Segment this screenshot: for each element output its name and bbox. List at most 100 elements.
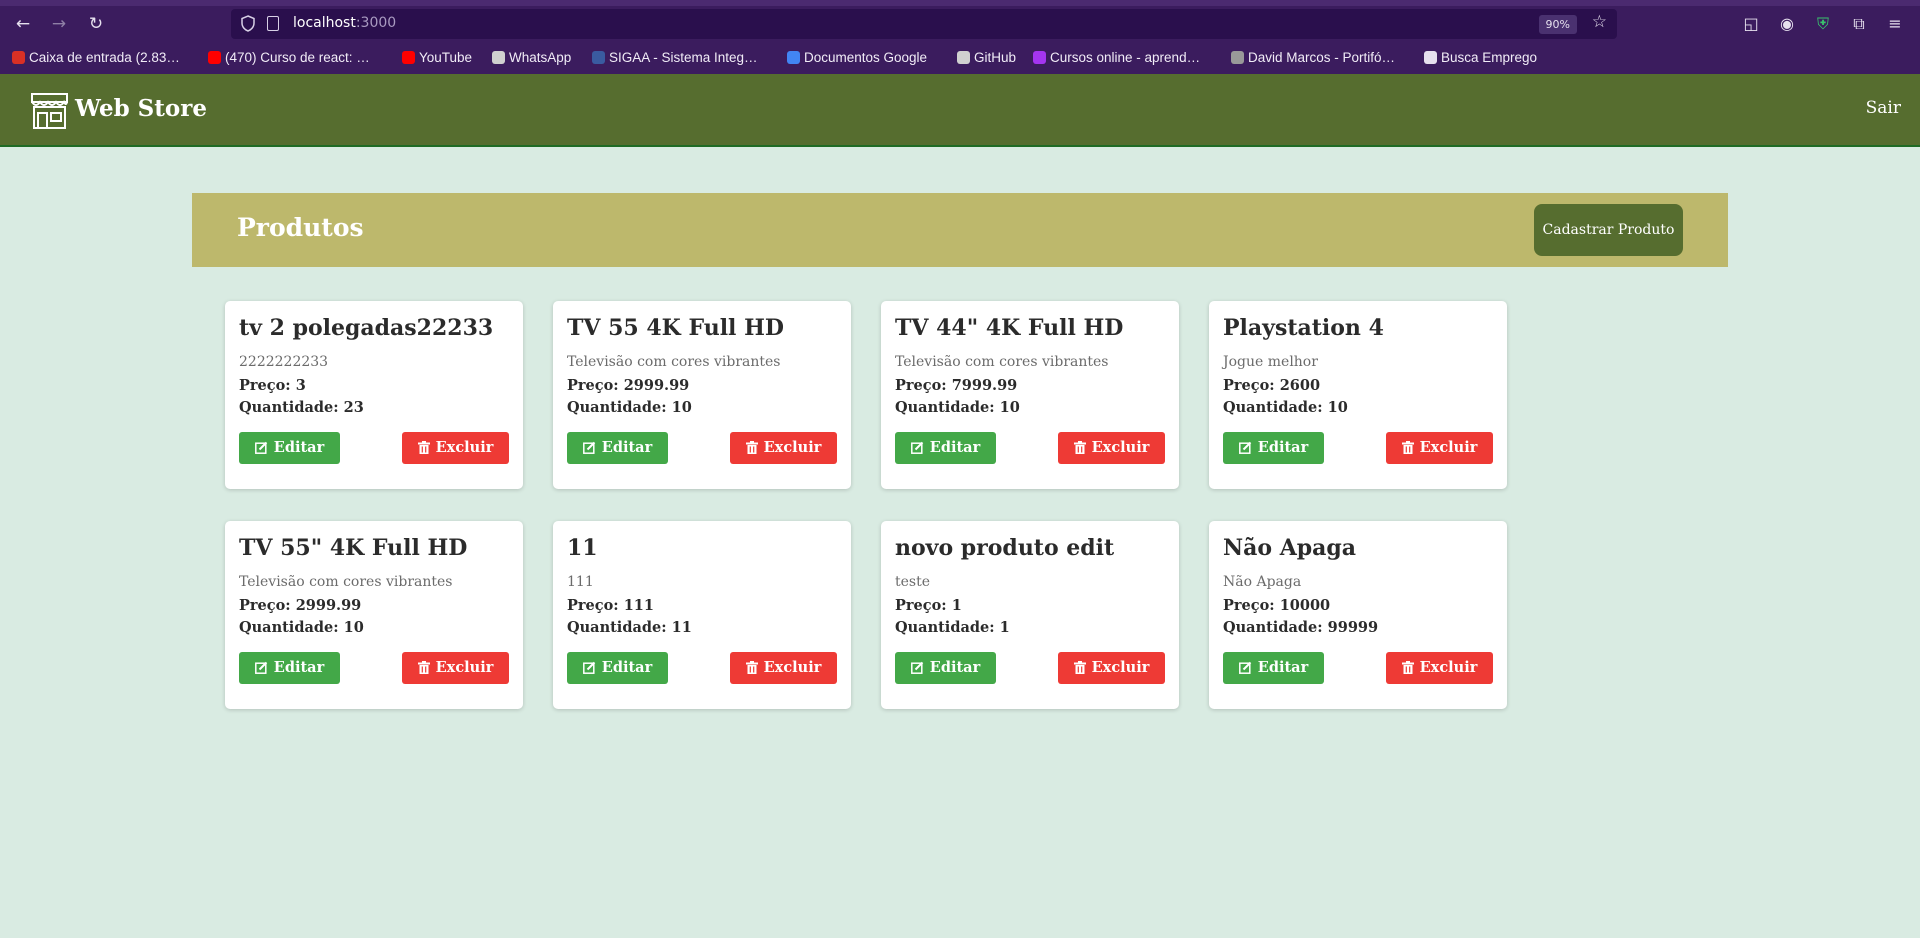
bookmark-label: YouTube xyxy=(419,50,473,65)
bookmark-sigaa[interactable]: SIGAA - Sistema Integ… xyxy=(592,49,758,67)
product-price: Preço: 1 xyxy=(895,597,962,614)
product-name: TV 55" 4K Full HD xyxy=(239,535,468,561)
edit-button[interactable]: Editar xyxy=(567,432,668,464)
page-title: Produtos xyxy=(237,213,364,242)
trash-icon xyxy=(1073,661,1086,674)
product-card: TV 55" 4K Full HD Televisão com cores vi… xyxy=(225,521,523,709)
price-label: Preço: xyxy=(567,597,619,614)
edit-button[interactable]: Editar xyxy=(1223,652,1324,684)
trash-icon xyxy=(1401,661,1414,674)
delete-button[interactable]: Excluir xyxy=(1386,652,1493,684)
product-description: Televisão com cores vibrantes xyxy=(567,354,781,370)
youtube-icon xyxy=(208,51,221,64)
store-icon xyxy=(31,93,68,129)
delete-label: Excluir xyxy=(1419,659,1478,676)
bookmark-youtube[interactable]: (470) Curso de react: … xyxy=(208,49,370,67)
bookmark-folder[interactable]: Busca Emprego xyxy=(1424,49,1537,67)
bookmark-label: Caixa de entrada (2.83… xyxy=(29,50,180,65)
product-card: Playstation 4 Jogue melhor Preço: 2600 Q… xyxy=(1209,301,1507,489)
quantity-label: Quantidade: xyxy=(567,399,667,416)
edit-button[interactable]: Editar xyxy=(239,652,340,684)
bookmark-portfolio[interactable]: David Marcos - Portifó… xyxy=(1231,49,1395,67)
product-grid: tv 2 polegadas22233 2222222233 Preço: 3 … xyxy=(225,301,1507,709)
edit-button[interactable]: Editar xyxy=(1223,432,1324,464)
extension-shield-icon[interactable]: ⛨ xyxy=(1811,12,1835,36)
menu-icon[interactable]: ≡ xyxy=(1883,12,1907,36)
edit-icon xyxy=(582,661,595,674)
delete-button[interactable]: Excluir xyxy=(730,432,837,464)
product-card: Não Apaga Não Apaga Preço: 10000 Quantid… xyxy=(1209,521,1507,709)
bookmark-whatsapp[interactable]: WhatsApp xyxy=(492,49,571,67)
product-quantity: Quantidade: 23 xyxy=(239,399,364,416)
product-card: TV 55 4K Full HD Televisão com cores vib… xyxy=(553,301,851,489)
quantity-value: 1 xyxy=(999,619,1010,636)
zoom-level[interactable]: 90% xyxy=(1538,15,1577,34)
url-text[interactable]: localhost:3000 xyxy=(293,15,396,31)
forward-icon[interactable]: → xyxy=(45,6,73,42)
edit-label: Editar xyxy=(273,439,325,456)
url-bar[interactable]: localhost:3000 90% ☆ xyxy=(231,9,1617,39)
product-quantity: Quantidade: 10 xyxy=(895,399,1020,416)
delete-button[interactable]: Excluir xyxy=(402,432,509,464)
extensions-icon[interactable]: ⧉ xyxy=(1847,12,1871,36)
github-icon xyxy=(957,51,970,64)
gmail-icon xyxy=(12,51,25,64)
price-value: 3 xyxy=(295,377,306,394)
product-quantity: Quantidade: 1 xyxy=(895,619,1010,636)
bookmark-youtube[interactable]: YouTube xyxy=(402,49,472,67)
edit-label: Editar xyxy=(601,439,653,456)
trash-icon xyxy=(1073,441,1086,454)
edit-button[interactable]: Editar xyxy=(239,432,340,464)
price-label: Preço: xyxy=(239,597,291,614)
trash-icon xyxy=(745,661,758,674)
product-quantity: Quantidade: 10 xyxy=(239,619,364,636)
delete-button[interactable]: Excluir xyxy=(1386,432,1493,464)
trash-icon xyxy=(1401,441,1414,454)
reload-icon[interactable]: ↻ xyxy=(82,6,110,42)
product-description: Não Apaga xyxy=(1223,574,1302,590)
bookmark-star-icon[interactable]: ☆ xyxy=(1592,12,1607,32)
edit-button[interactable]: Editar xyxy=(895,432,996,464)
brand-title[interactable]: Web Store xyxy=(75,95,207,122)
price-value: 2999.99 xyxy=(295,597,362,614)
delete-button[interactable]: Excluir xyxy=(730,652,837,684)
account-icon[interactable]: ◉ xyxy=(1775,12,1799,36)
product-description: Televisão com cores vibrantes xyxy=(239,574,453,590)
browser-chrome: ← → ↻ localhost:3000 90% ☆ ◱ ◉ ⛨ ⧉ ≡ Cai… xyxy=(0,0,1920,74)
bookmark-label: (470) Curso de react: … xyxy=(225,50,370,65)
quantity-label: Quantidade: xyxy=(239,619,339,636)
product-description: 2222222233 xyxy=(239,354,329,370)
pocket-icon[interactable]: ◱ xyxy=(1739,12,1763,36)
page-icon xyxy=(267,16,279,31)
whatsapp-icon xyxy=(492,51,505,64)
product-price: Preço: 3 xyxy=(239,377,306,394)
delete-label: Excluir xyxy=(1419,439,1478,456)
back-icon[interactable]: ← xyxy=(9,6,37,42)
delete-label: Excluir xyxy=(1091,659,1150,676)
quantity-value: 10 xyxy=(671,399,692,416)
product-price: Preço: 2999.99 xyxy=(239,597,361,614)
edit-button[interactable]: Editar xyxy=(895,652,996,684)
bookmark-udemy[interactable]: Cursos online - aprend… xyxy=(1033,49,1200,67)
bookmark-label: Busca Emprego xyxy=(1441,50,1538,65)
delete-button[interactable]: Excluir xyxy=(1058,652,1165,684)
product-card: 11 111 Preço: 111 Quantidade: 11 Editar … xyxy=(553,521,851,709)
edit-button[interactable]: Editar xyxy=(567,652,668,684)
quantity-value: 99999 xyxy=(1327,619,1379,636)
logout-link[interactable]: Sair xyxy=(1866,98,1901,118)
bookmark-google-docs[interactable]: Documentos Google xyxy=(787,49,927,67)
quantity-value: 11 xyxy=(671,619,692,636)
portfolio-icon xyxy=(1231,51,1244,64)
product-description: Jogue melhor xyxy=(1223,354,1318,370)
add-product-button[interactable]: Cadastrar Produto xyxy=(1534,204,1683,256)
product-name: TV 44" 4K Full HD xyxy=(895,315,1124,341)
quantity-label: Quantidade: xyxy=(239,399,339,416)
bookmark-github[interactable]: GitHub xyxy=(957,49,1016,67)
product-name: Não Apaga xyxy=(1223,535,1357,561)
bookmark-gmail[interactable]: Caixa de entrada (2.83… xyxy=(12,49,180,67)
edit-icon xyxy=(582,441,595,454)
price-label: Preço: xyxy=(895,377,947,394)
delete-button[interactable]: Excluir xyxy=(1058,432,1165,464)
delete-button[interactable]: Excluir xyxy=(402,652,509,684)
bookmark-label: Cursos online - aprend… xyxy=(1050,50,1201,65)
